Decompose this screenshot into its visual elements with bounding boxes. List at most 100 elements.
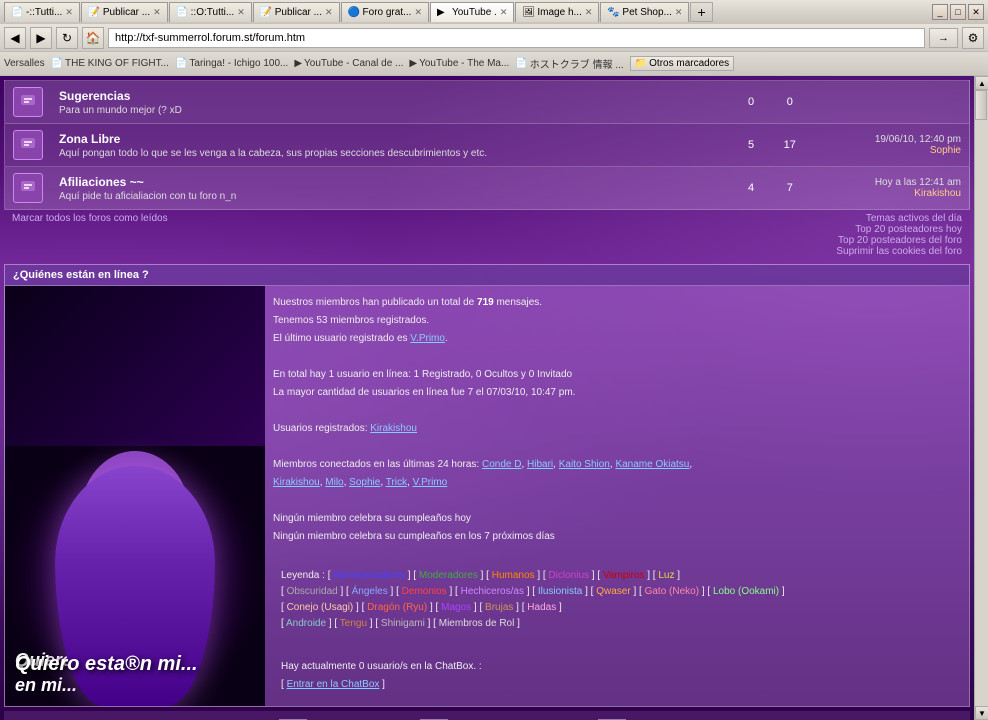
- scroll-down-button[interactable]: ▼: [975, 706, 988, 720]
- tab-8[interactable]: 🐾Pet Shop...✕: [600, 2, 689, 22]
- tab-5[interactable]: 🔵Foro grat...✕: [341, 2, 429, 22]
- bookmark-youtube1[interactable]: ▶YouTube - Canal de ...: [294, 58, 403, 69]
- legend-lobo[interactable]: Lobo (Ookami): [713, 586, 779, 597]
- tab-close-5[interactable]: ✕: [414, 7, 422, 18]
- online-image: Quiero esta en mi...: [5, 286, 265, 706]
- content-wrapper: Sugerencias Para un mundo mejor (? xD 0 …: [0, 76, 974, 720]
- tab-6[interactable]: ▶YouTube .✕: [430, 2, 514, 22]
- legend-brujas[interactable]: Brujas: [485, 602, 513, 613]
- legend-conejo[interactable]: Conejo (Usagi): [287, 602, 354, 613]
- online-header: ¿Quiénes están en línea ?: [5, 265, 969, 286]
- forum-icon-cell-3: [5, 167, 52, 210]
- bookmark-king-of-fight[interactable]: 📄THE KING OF FIGHT...: [51, 58, 169, 69]
- vprimo-link[interactable]: V.Primo: [413, 477, 448, 488]
- legend-diclonius[interactable]: Diclonius: [548, 570, 589, 581]
- bookmark-youtube2[interactable]: ▶YouTube - The Ma...: [409, 58, 509, 69]
- tab-label-1: -::Tutti...: [26, 7, 62, 18]
- nav-bar: ◀ ▶ ↻ 🏠 → ⚙: [0, 24, 988, 52]
- scroll-thumb[interactable]: [975, 90, 987, 120]
- last-user-link[interactable]: V.Primo: [410, 333, 445, 344]
- settings-button[interactable]: ⚙: [962, 27, 984, 49]
- legend-magos[interactable]: Magos: [441, 602, 471, 613]
- legend-demonios[interactable]: Demonios: [402, 586, 447, 597]
- address-bar[interactable]: [108, 28, 925, 48]
- home-button[interactable]: 🏠: [82, 27, 104, 49]
- legend-section: Leyenda : [ Administradores ] [ Moderado…: [273, 564, 961, 636]
- chatbox-link[interactable]: Entrar en la ChatBox: [287, 679, 380, 690]
- forum-title-zona-libre[interactable]: Zona Libre: [59, 132, 726, 146]
- right-link-2[interactable]: Top 20 posteadores hoy: [836, 224, 962, 235]
- close-button[interactable]: ✕: [968, 4, 984, 20]
- forum-title-sugerencias[interactable]: Sugerencias: [59, 89, 726, 103]
- bookmark-hostclub[interactable]: 📄ホストクラブ 情報 ...: [515, 56, 623, 71]
- bookmark-hostclub-label: ホストクラブ 情報 ...: [530, 56, 624, 71]
- registered-user-link[interactable]: Kirakishou: [370, 423, 417, 434]
- legend-androide[interactable]: Androide: [286, 618, 326, 629]
- tab-close-6[interactable]: ✕: [500, 7, 508, 18]
- kaname-link[interactable]: Kaname Okiatsu: [615, 459, 689, 470]
- refresh-button[interactable]: ↻: [56, 27, 78, 49]
- forum-table: Sugerencias Para un mundo mejor (? xD 0 …: [4, 80, 970, 210]
- legend-moderadores[interactable]: Moderadores: [419, 570, 478, 581]
- legend-hadas[interactable]: Hadas: [527, 602, 556, 613]
- new-tab-button[interactable]: +: [690, 2, 712, 22]
- scroll-track[interactable]: [975, 90, 988, 706]
- maximize-button[interactable]: □: [950, 4, 966, 20]
- online-stats: Nuestros miembros han publicado un total…: [265, 286, 969, 706]
- legend-shinigami[interactable]: Shinigami: [381, 618, 425, 629]
- legend-qwaser[interactable]: Qwaser: [596, 586, 630, 597]
- tab-close-3[interactable]: ✕: [237, 7, 245, 18]
- milo-link[interactable]: Milo: [325, 477, 343, 488]
- tab-close-8[interactable]: ✕: [675, 7, 683, 18]
- connected-24h-label: Miembros conectados en las últimas 24 ho…: [273, 456, 961, 492]
- legend-vampiros[interactable]: Vampiros: [603, 570, 645, 581]
- tab-1[interactable]: 📄-::Tutti...✕: [4, 2, 80, 22]
- registered-users-line: Usuarios registrados: Kirakishou: [273, 420, 961, 438]
- bookmark-versalles[interactable]: Versalles: [4, 58, 45, 69]
- sophie-link[interactable]: Sophie: [349, 477, 380, 488]
- right-link-4[interactable]: Suprimir las cookies del foro: [836, 246, 962, 257]
- right-link-3[interactable]: Top 20 posteadores del foro: [836, 235, 962, 246]
- hibari-link[interactable]: Hibari: [527, 459, 553, 470]
- tab-3[interactable]: 📄::O:Tutti...✕: [169, 2, 252, 22]
- forward-button[interactable]: ▶: [30, 27, 52, 49]
- tab-favicon-8: 🐾: [607, 7, 619, 19]
- legend-administradores[interactable]: Administradores: [333, 570, 405, 581]
- forum-title-afiliaciones[interactable]: Afiliaciones ~~: [59, 175, 726, 189]
- kaito-link[interactable]: Kaito Shion: [559, 459, 610, 470]
- forum-posts-2: 17: [768, 124, 811, 167]
- tab-close-4[interactable]: ✕: [325, 7, 333, 18]
- legend-ilusionista[interactable]: Ilusionista: [538, 586, 582, 597]
- forum-last-1: [812, 81, 970, 124]
- tab-2[interactable]: 📝Publicar ...✕: [81, 2, 168, 22]
- tab-favicon-7: 🖼: [522, 7, 534, 19]
- legend-hechiceros[interactable]: Hechiceros/as: [461, 586, 524, 597]
- minimize-button[interactable]: _: [932, 4, 948, 20]
- bookmark-taringa[interactable]: 📄Taringa! - Ichigo 100...: [175, 58, 288, 69]
- legend-obscuridad[interactable]: Obscuridad: [287, 586, 338, 597]
- forum-last-user-3[interactable]: Kirakishou: [914, 188, 961, 199]
- scroll-up-button[interactable]: ▲: [975, 76, 988, 90]
- right-link-1[interactable]: Temas activos del día: [836, 213, 962, 224]
- legend-tengu[interactable]: Tengu: [340, 618, 367, 629]
- tab-close-1[interactable]: ✕: [65, 7, 73, 18]
- forum-last-user-2[interactable]: Sophie: [930, 145, 961, 156]
- connected-users[interactable]: Conde D: [482, 459, 521, 470]
- marcar-todos-link[interactable]: Marcar todos los foros como leídos: [12, 213, 168, 257]
- bookmark-folder-otros[interactable]: 📁 Otros marcadores: [630, 56, 734, 71]
- legend-gato[interactable]: Gato (Neko): [645, 586, 699, 597]
- go-button[interactable]: →: [929, 28, 958, 48]
- legend-dragon[interactable]: Dragón (Ryu): [367, 602, 427, 613]
- registered-label: Usuarios registrados:: [273, 423, 367, 434]
- tab-4[interactable]: 📝Publicar ...✕: [253, 2, 340, 22]
- kirakishou-link[interactable]: Kirakishou: [273, 477, 320, 488]
- tab-close-7[interactable]: ✕: [585, 7, 593, 18]
- legend-angeles[interactable]: Ángeles: [352, 586, 388, 597]
- legend-humanos[interactable]: Humanos: [492, 570, 535, 581]
- tab-label-7: Image h...: [537, 7, 581, 18]
- trick-link[interactable]: Trick: [386, 477, 407, 488]
- legend-miembros-rol[interactable]: Miembros de Rol: [439, 618, 515, 629]
- tab-close-2[interactable]: ✕: [153, 7, 161, 18]
- tab-7[interactable]: 🖼Image h... ✕: [515, 2, 599, 22]
- back-button[interactable]: ◀: [4, 27, 26, 49]
